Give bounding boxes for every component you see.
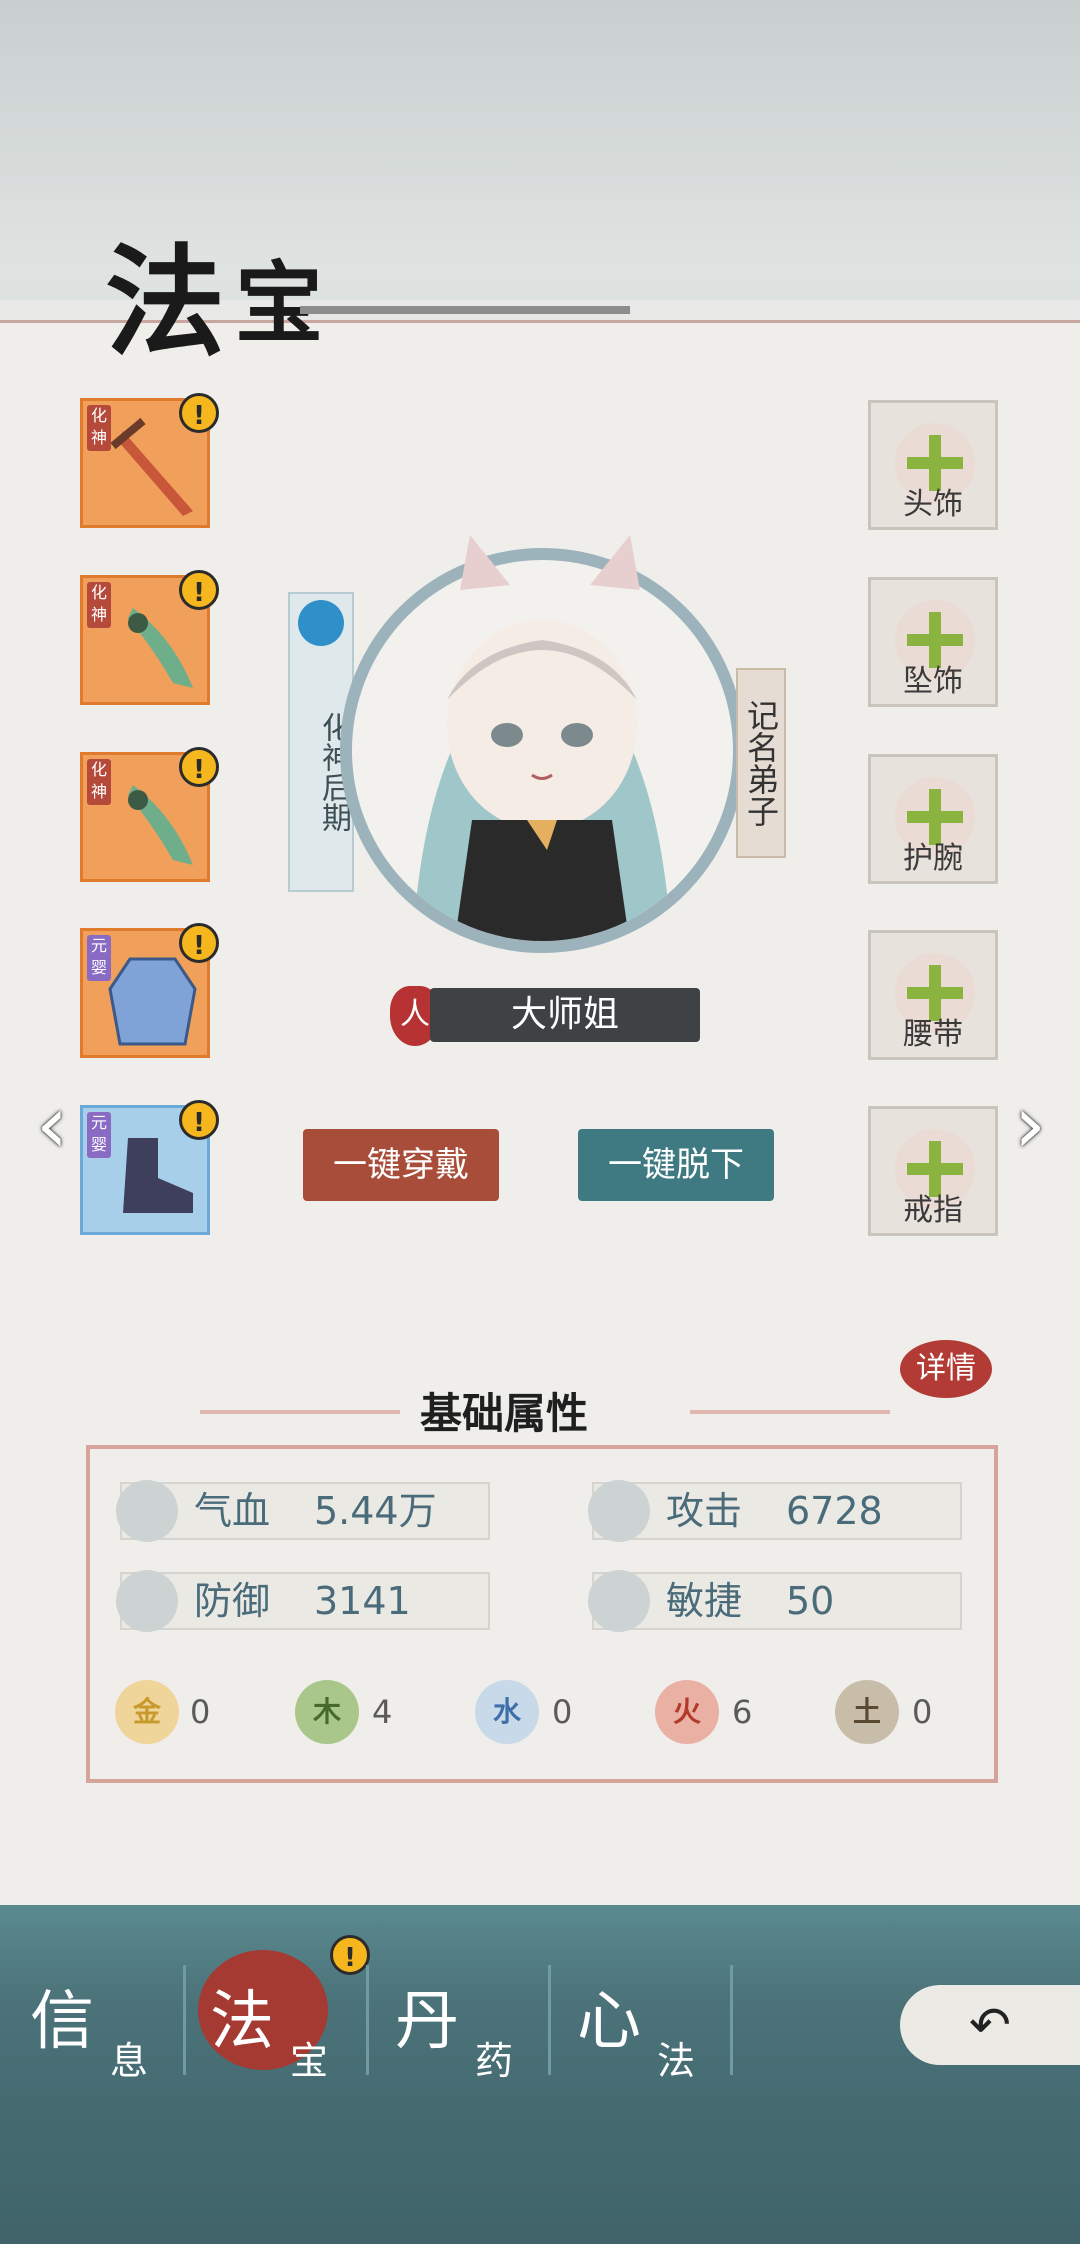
nav-divider — [183, 1965, 186, 2075]
tab-label-small: 宝 — [290, 2039, 329, 2083]
slot-label: 坠饰 — [903, 664, 963, 699]
divider-right — [690, 1410, 890, 1414]
stat-label: 敏捷 — [666, 1579, 743, 1623]
equip-slot-weapon-2[interactable]: 化神 ! — [80, 570, 219, 705]
equip-slot-weapon-1[interactable]: 化神 ! — [80, 393, 219, 528]
stat-value: 6728 — [786, 1489, 883, 1533]
boots-icon — [123, 1138, 193, 1213]
tab-label-small: 药 — [475, 2039, 514, 2083]
character-portrait — [340, 548, 745, 953]
fox-ears-icon — [460, 535, 640, 590]
stat-value: 3141 — [314, 1579, 411, 1623]
element-water-icon: 水 — [475, 1680, 539, 1744]
attack-icon — [588, 1480, 650, 1542]
alert-icon: ! — [179, 393, 219, 433]
equip-slot-pendant[interactable]: 坠饰 — [868, 577, 998, 707]
alert-icon: ! — [330, 1935, 370, 1975]
robe-icon — [108, 957, 197, 1046]
element-metal-value: 0 — [190, 1693, 211, 1731]
tab-info[interactable]: 信 息 — [20, 1950, 200, 2100]
nav-divider — [548, 1965, 551, 2075]
slot-label: 戒指 — [903, 1193, 963, 1228]
tab-label-small: 法 — [657, 2039, 696, 2083]
tab-mental-method[interactable]: 心 法 — [567, 1950, 747, 2100]
shield-icon — [116, 1570, 178, 1632]
detail-button[interactable]: 详情 — [900, 1340, 992, 1398]
element-fire-value: 6 — [732, 1693, 753, 1731]
element-water-value: 0 — [552, 1693, 573, 1731]
nav-divider — [730, 1965, 733, 2075]
alert-icon: ! — [179, 923, 219, 963]
equip-all-button[interactable]: 一键穿戴 — [303, 1129, 499, 1201]
page-title: 法宝 — [105, 205, 333, 379]
element-metal-icon: 金 — [115, 1680, 179, 1744]
element-wood-icon: 木 — [295, 1680, 359, 1744]
water-swirl-icon — [298, 600, 344, 646]
title-underline — [300, 306, 630, 314]
element-earth-icon: 土 — [835, 1680, 899, 1744]
tab-label-small: 息 — [110, 2039, 149, 2083]
prev-arrow-icon[interactable]: ‹ — [22, 1080, 82, 1170]
attributes-title: 基础属性 — [420, 1389, 589, 1438]
stat-agility: 敏捷 50 — [588, 1570, 962, 1632]
stat-label: 攻击 — [666, 1489, 743, 1533]
tab-label-big: 心 — [577, 1985, 641, 2059]
back-arrow-icon: ↶ — [969, 1996, 1011, 2054]
stat-value: 5.44万 — [314, 1489, 437, 1533]
stat-hp: 气血 5.44万 — [116, 1480, 490, 1542]
slot-label: 护腕 — [903, 841, 963, 876]
unequip-all-button[interactable]: 一键脱下 — [578, 1129, 774, 1201]
nav-divider — [366, 1965, 369, 2075]
stat-defense: 防御 3141 — [116, 1570, 490, 1632]
divider-left — [200, 1410, 400, 1414]
stat-value: 50 — [786, 1579, 835, 1623]
back-button[interactable]: ↶ — [900, 1985, 1080, 2065]
alert-icon: ! — [179, 1100, 219, 1140]
slot-label: 头饰 — [903, 487, 963, 522]
equip-slot-boots[interactable]: 元婴 ! — [80, 1100, 219, 1235]
title-main: 法 — [105, 232, 235, 373]
slot-label: 腰带 — [903, 1017, 963, 1052]
character-name: 大师姐 — [430, 988, 700, 1042]
element-fire-icon: 火 — [655, 1680, 719, 1744]
tab-pills[interactable]: 丹 药 — [385, 1950, 565, 2100]
stat-label: 防御 — [194, 1579, 271, 1623]
equip-slot-weapon-3[interactable]: 化神 ! — [80, 747, 219, 882]
element-wood-value: 4 — [372, 1693, 393, 1731]
rank-banner: 记名弟子 — [736, 668, 786, 858]
stat-attack: 攻击 6728 — [588, 1480, 962, 1542]
blood-drop-icon — [116, 1480, 178, 1542]
title-sub: 宝 — [235, 251, 334, 355]
element-earth-value: 0 — [912, 1693, 933, 1731]
equip-slot-ring[interactable]: 戒指 — [868, 1106, 998, 1236]
tab-label-big: 法 — [210, 1985, 274, 2059]
next-arrow-icon[interactable]: › — [1000, 1080, 1060, 1170]
character-art — [412, 620, 672, 941]
stat-label: 气血 — [194, 1489, 271, 1533]
equip-slot-bracer[interactable]: 护腕 — [868, 754, 998, 884]
alert-icon: ! — [179, 570, 219, 610]
alert-icon: ! — [179, 747, 219, 787]
equip-slot-armor[interactable]: 元婴 ! — [80, 923, 219, 1058]
equip-slot-belt[interactable]: 腰带 — [868, 930, 998, 1060]
tab-label-big: 丹 — [395, 1985, 459, 2059]
equip-slot-headwear[interactable]: 头饰 — [868, 400, 998, 530]
tab-label-big: 信 — [30, 1985, 94, 2059]
wind-icon — [588, 1570, 650, 1632]
